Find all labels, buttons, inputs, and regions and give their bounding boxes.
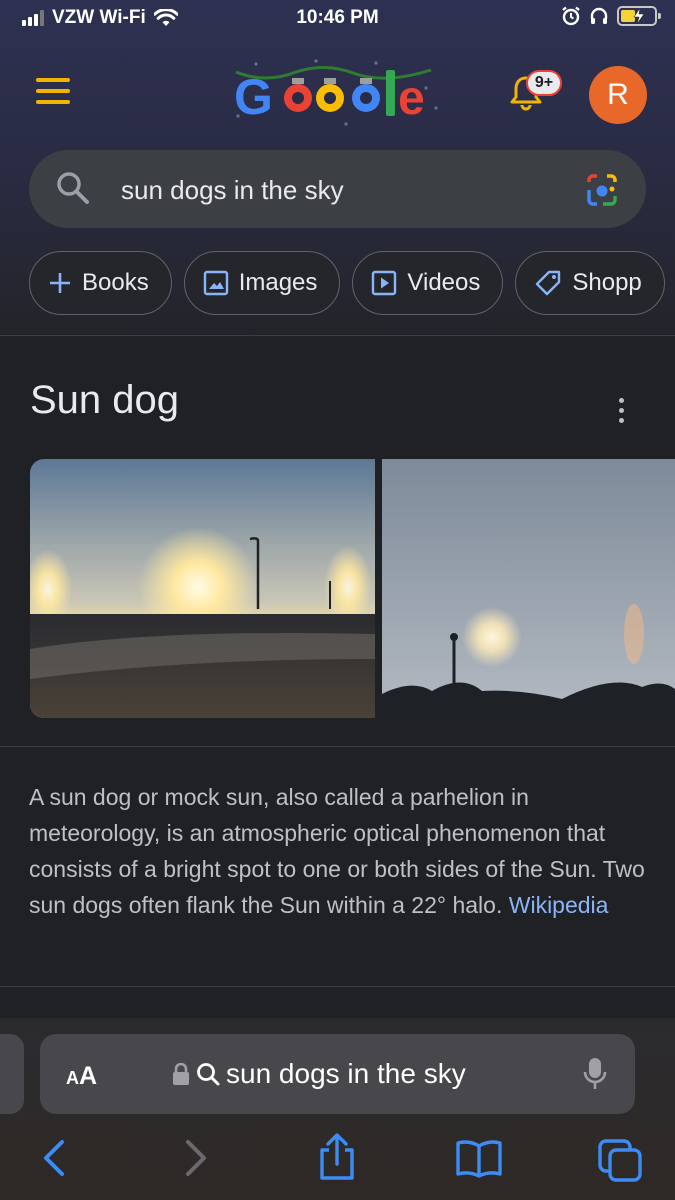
plus-icon — [50, 273, 70, 293]
address-bar[interactable]: AA sun dogs in the sky — [40, 1034, 635, 1114]
search-icon — [197, 1063, 220, 1086]
camera-lens-icon[interactable] — [583, 172, 621, 208]
image-icon — [203, 270, 228, 296]
tag-icon — [536, 270, 561, 296]
knowledge-panel-title: Sun dog — [30, 378, 180, 422]
chip-label: Books — [82, 269, 149, 296]
search-query-text: sun dogs in the sky — [121, 175, 344, 205]
alarm-icon — [562, 6, 580, 26]
headphones-icon — [590, 7, 608, 24]
divider — [0, 746, 675, 747]
menu-button[interactable] — [36, 78, 70, 104]
chip-images[interactable]: Images — [183, 251, 341, 315]
chip-label: Videos — [407, 269, 481, 296]
tabs-icon[interactable] — [597, 1138, 643, 1182]
lock-icon — [173, 1063, 189, 1085]
knowledge-panel-description: A sun dog or mock sun, also called a par… — [29, 779, 649, 923]
notification-count-badge: 9+ — [526, 70, 562, 96]
sun-dog-image-2[interactable] — [382, 459, 675, 718]
chip-books[interactable]: Books — [29, 251, 172, 315]
chip-label: Images — [238, 269, 318, 296]
chip-label: Shopp — [572, 269, 642, 296]
play-icon — [372, 270, 397, 296]
address-text: sun dogs in the sky — [226, 1058, 466, 1089]
previous-tab-preview[interactable] — [0, 1034, 24, 1114]
battery-charging-icon — [617, 6, 661, 26]
text-size-button[interactable]: AA — [66, 1062, 97, 1091]
safari-toolbar — [0, 1133, 675, 1186]
address-text-group: sun dogs in the sky — [172, 1058, 466, 1090]
google-doodle-logo[interactable]: G e — [226, 58, 446, 128]
divider — [0, 986, 675, 987]
account-avatar[interactable]: R — [589, 66, 647, 124]
back-icon[interactable] — [40, 1136, 66, 1180]
status-bar: VZW Wi-Fi 10:46 PM — [0, 0, 675, 36]
search-icon — [57, 172, 89, 204]
more-options-icon[interactable] — [607, 390, 635, 430]
chip-shopping[interactable]: Shopp — [515, 251, 665, 315]
microphone-icon[interactable] — [583, 1056, 607, 1092]
svg-text:G: G — [234, 69, 273, 125]
bookmarks-icon[interactable] — [455, 1138, 503, 1180]
divider — [0, 335, 675, 336]
chip-videos[interactable]: Videos — [352, 251, 504, 315]
search-input[interactable]: sun dogs in the sky — [29, 150, 646, 228]
svg-text:e: e — [398, 72, 425, 125]
search-filter-chips: Books Images Videos Shopp — [29, 251, 665, 315]
wikipedia-link[interactable]: Wikipedia — [509, 892, 609, 918]
forward-icon[interactable] — [184, 1136, 210, 1180]
status-icons — [561, 6, 661, 26]
share-icon[interactable] — [316, 1132, 358, 1182]
sun-dog-image-1[interactable] — [30, 459, 375, 718]
